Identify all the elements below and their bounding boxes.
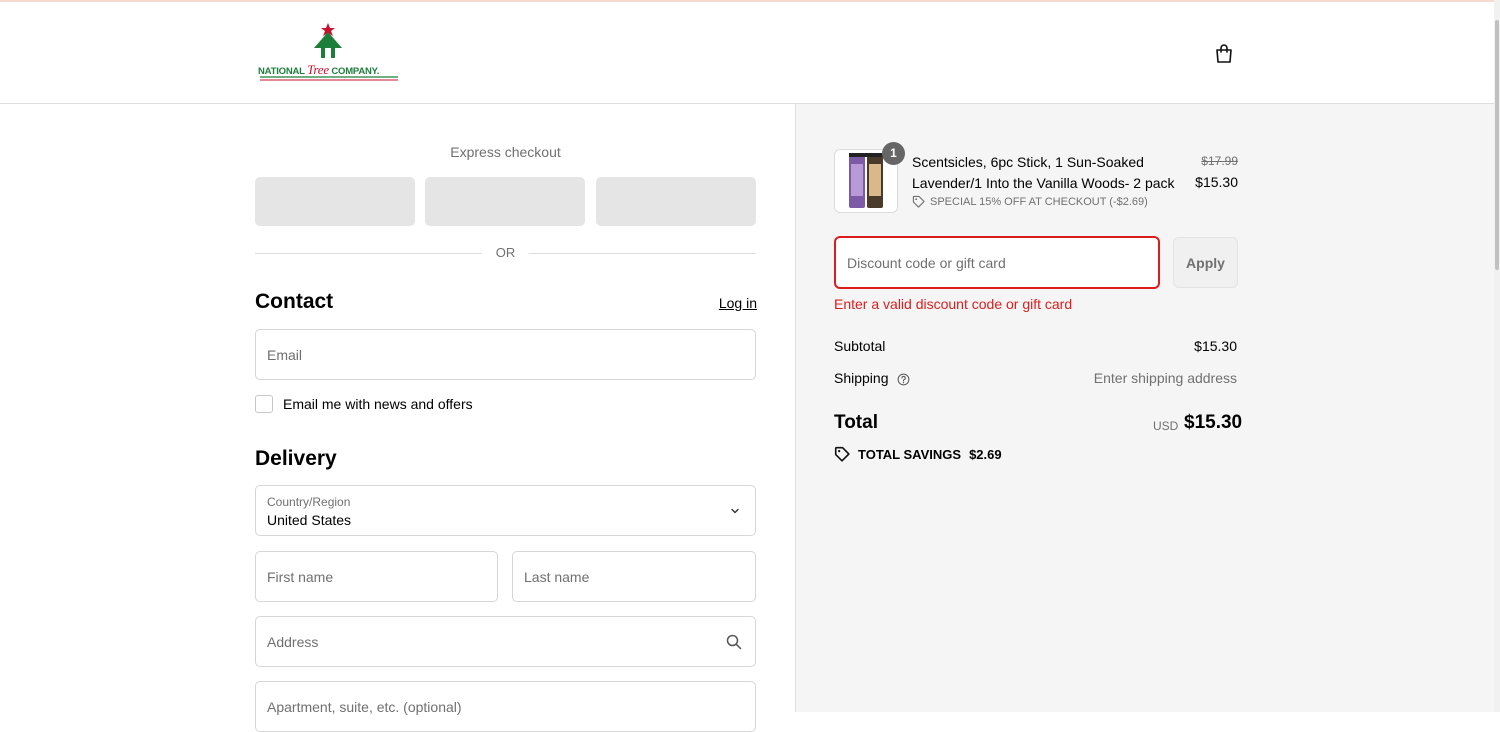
or-divider: OR — [255, 244, 756, 262]
divider-line-right — [529, 253, 756, 254]
address-field-wrapper — [255, 616, 756, 667]
newsletter-checkbox[interactable] — [255, 395, 273, 413]
discount-field-wrapper — [834, 236, 1160, 289]
newsletter-label: Email me with news and offers — [283, 396, 473, 412]
national-tree-company-logo[interactable]: NATIONAL Tree COMPANY. — [258, 22, 400, 84]
shopping-bag-icon[interactable] — [1212, 42, 1236, 66]
apply-discount-button[interactable]: Apply — [1173, 237, 1238, 288]
first-name-field[interactable] — [256, 552, 497, 601]
last-name-field[interactable] — [513, 552, 755, 601]
search-icon[interactable] — [725, 633, 743, 651]
site-header: NATIONAL Tree COMPANY. — [0, 2, 1500, 104]
total-currency: USD — [1153, 419, 1179, 433]
shipping-value: Enter shipping address — [1093, 370, 1237, 386]
express-pay-button-3[interactable] — [596, 177, 756, 226]
discount-code-field[interactable] — [836, 238, 1158, 287]
email-field-wrapper — [255, 329, 756, 380]
express-pay-button-1[interactable] — [255, 177, 415, 226]
product-original-price: $17.99 — [1201, 154, 1238, 168]
subtotal-value: $15.30 — [1194, 338, 1237, 354]
shipping-label-row: Shipping — [834, 370, 910, 386]
page-scrollbar-thumb[interactable] — [1495, 20, 1499, 270]
country-caption: Country/Region — [267, 495, 351, 509]
last-name-field-wrapper — [512, 551, 756, 602]
product-title: Scentsicles, 6pc Stick, 1 Sun-Soaked Lav… — [912, 154, 1175, 191]
total-value: $15.30 — [1184, 412, 1243, 433]
tag-icon — [912, 195, 925, 208]
discount-error-message: Enter a valid discount code or gift card — [834, 296, 1073, 312]
product-price: $15.30 — [1195, 174, 1238, 190]
logo-wordmark: NATIONAL Tree COMPANY. — [258, 62, 400, 78]
address-field[interactable] — [256, 617, 755, 666]
savings-value: $2.69 — [969, 446, 1002, 462]
subtotal-label: Subtotal — [834, 338, 886, 354]
apartment-field-wrapper — [255, 681, 756, 732]
apartment-field[interactable] — [256, 682, 755, 731]
total-savings: TOTAL SAVINGS $2.69 — [834, 446, 1002, 462]
login-link[interactable]: Log in — [700, 295, 757, 311]
logo-word-tree: Tree — [307, 62, 329, 77]
logo-word-company: COMPANY. — [331, 66, 380, 77]
savings-label: TOTAL SAVINGS — [858, 446, 962, 462]
quantity-badge: 1 — [882, 142, 905, 165]
country-select[interactable]: Country/Region United States — [255, 485, 756, 536]
shipping-label: Shipping — [834, 370, 889, 386]
order-summary-column: 1 Scentsicles, 6pc Stick, 1 Sun-Soaked L… — [795, 104, 1500, 712]
product-discount-text: SPECIAL 15% OFF AT CHECKOUT (-$2.69) — [930, 195, 1148, 208]
chevron-down-icon — [731, 508, 739, 514]
express-pay-button-2[interactable] — [425, 177, 585, 226]
email-field[interactable] — [256, 330, 755, 379]
contact-heading: Contact — [255, 290, 334, 313]
question-circle-icon[interactable] — [897, 373, 910, 386]
country-value: United States — [267, 512, 352, 528]
first-name-field-wrapper — [255, 551, 498, 602]
product-discount: SPECIAL 15% OFF AT CHECKOUT (-$2.69) — [912, 195, 1148, 208]
express-checkout-label: Express checkout — [450, 144, 561, 160]
checkout-form-column: Express checkout OR Contact Log in Email… — [0, 104, 795, 732]
delivery-heading: Delivery — [255, 447, 337, 470]
logo-word-national: NATIONAL — [258, 66, 305, 77]
total-label: Total — [834, 412, 878, 433]
savings-tag-icon — [834, 446, 850, 462]
